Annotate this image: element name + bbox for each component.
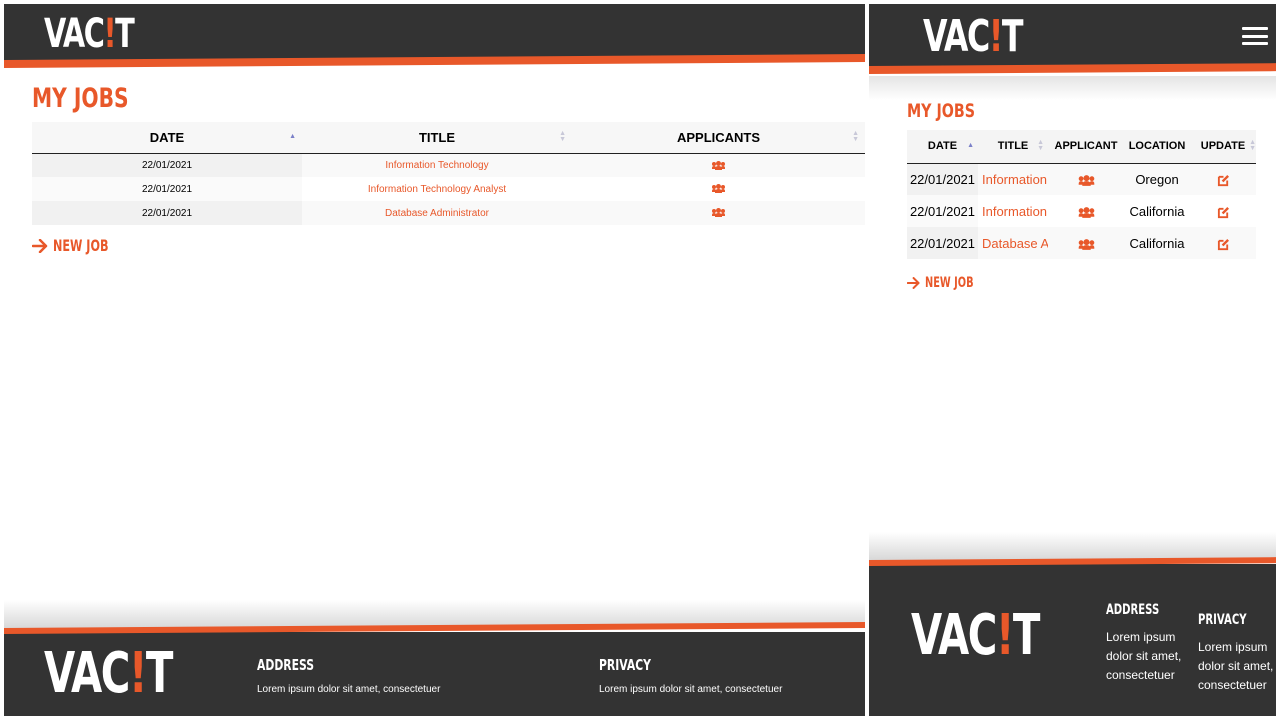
update-cell — [1190, 195, 1256, 227]
table-row: 22/01/2021 Information Technology Analys… — [32, 177, 865, 201]
edit-icon[interactable] — [1217, 206, 1230, 219]
arrow-right-icon — [907, 277, 920, 289]
column-header-date[interactable]: DATE ▲ — [907, 130, 978, 164]
job-title-link[interactable]: Information — [978, 195, 1048, 227]
table-row: 22/01/2021 Information Oregon — [907, 163, 1256, 195]
column-header-applicants[interactable]: APPLICANT — [1048, 130, 1124, 164]
job-title-link[interactable]: Information Technology — [302, 153, 572, 177]
footer: VAC!T ADDRESS Lorem ipsum dolor sit amet… — [869, 557, 1276, 716]
users-icon[interactable] — [712, 208, 725, 218]
location-cell: Oregon — [1124, 163, 1190, 195]
table-row: 22/01/2021 Information California — [907, 195, 1256, 227]
users-icon[interactable] — [1078, 238, 1094, 250]
address-heading: ADDRESS — [1106, 602, 1160, 618]
logo-prefix: VAC — [44, 11, 105, 57]
arrow-right-icon — [32, 239, 48, 253]
mobile-view: VAC!T MY JOBS DATE ▲ TITLE ▲ ▼ APPLICANT LO… — [869, 4, 1276, 716]
footer-logo[interactable]: VAC!T — [44, 642, 173, 706]
users-icon[interactable] — [712, 160, 725, 170]
job-title-link[interactable]: Database Administrator — [302, 201, 572, 225]
privacy-text: Lorem ipsum dolor sit amet, consectetuer — [1198, 640, 1274, 692]
sort-icon: ▲ ▼ — [559, 130, 566, 144]
location-cell: California — [1124, 227, 1190, 259]
date-cell: 22/01/2021 — [32, 177, 302, 201]
applicants-cell — [1048, 195, 1124, 227]
logo-suffix: T — [115, 11, 135, 57]
footer: VAC!T ADDRESS Lorem ipsum dolor sit amet… — [4, 621, 865, 716]
date-cell: 22/01/2021 — [907, 163, 978, 195]
update-cell — [1190, 163, 1256, 195]
jobs-table: DATE ▲ TITLE ▲ ▼ APPLICANTS ▲ ▼ 22/01/2021 In… — [32, 122, 865, 225]
applicants-cell — [572, 177, 865, 201]
privacy-text: Lorem ipsum dolor sit amet, consectetuer — [599, 684, 783, 695]
desktop-view: VAC!T MY JOBS DATE ▲ TITLE ▲ ▼ APPLICANTS ▲ ▼… — [4, 4, 865, 716]
privacy-heading: PRIVACY — [1198, 612, 1247, 628]
edit-icon[interactable] — [1217, 174, 1230, 187]
sort-icon: ▲ ▼ — [852, 130, 859, 144]
sort-asc-icon: ▲ — [967, 142, 974, 150]
date-cell: 22/01/2021 — [32, 153, 302, 177]
date-cell: 22/01/2021 — [32, 201, 302, 225]
header-stripe — [869, 63, 1276, 74]
location-cell: California — [1124, 195, 1190, 227]
header: VAC!T — [869, 4, 1276, 74]
header: VAC!T — [4, 4, 865, 68]
users-icon[interactable] — [712, 184, 725, 194]
column-header-location[interactable]: LOCATION — [1124, 130, 1190, 164]
new-job-link[interactable]: NEW JOB — [32, 236, 132, 256]
new-job-link[interactable]: NEW JOB — [907, 274, 994, 292]
column-header-title[interactable]: TITLE ▲ ▼ — [978, 130, 1048, 164]
column-header-date[interactable]: DATE ▲ — [32, 122, 302, 154]
applicants-cell — [572, 201, 865, 225]
job-title-link[interactable]: Database A — [978, 227, 1048, 259]
column-header-update[interactable]: UPDATE ▲ ▼ — [1190, 130, 1256, 164]
address-text: Lorem ipsum dolor sit amet, consectetuer — [257, 684, 441, 695]
hamburger-icon[interactable] — [1242, 27, 1268, 45]
logo[interactable]: VAC!T — [44, 10, 135, 58]
table-row: 22/01/2021 Information Technology — [32, 153, 865, 177]
applicants-cell — [1048, 227, 1124, 259]
jobs-table: DATE ▲ TITLE ▲ ▼ APPLICANT LOCATION UPDATE ▲… — [907, 130, 1256, 259]
date-cell: 22/01/2021 — [907, 227, 978, 259]
table-row: 22/01/2021 Database Administrator — [32, 201, 865, 225]
column-header-applicants[interactable]: APPLICANTS ▲ ▼ — [572, 122, 865, 154]
users-icon[interactable] — [1078, 206, 1094, 218]
date-cell: 22/01/2021 — [907, 195, 978, 227]
footer-logo[interactable]: VAC!T — [911, 604, 1040, 668]
table-row: 22/01/2021 Database A California — [907, 227, 1256, 259]
address-text: Lorem ipsum dolor sit amet, consectetuer — [1106, 630, 1182, 682]
sort-asc-icon: ▲ — [289, 133, 296, 141]
update-cell — [1190, 227, 1256, 259]
page-title: MY JOBS — [32, 83, 129, 114]
sort-icon: ▲ ▼ — [1249, 139, 1256, 153]
sort-icon: ▲ ▼ — [1037, 139, 1044, 153]
applicants-cell — [572, 153, 865, 177]
job-title-link[interactable]: Information — [978, 163, 1048, 195]
column-header-title[interactable]: TITLE ▲ ▼ — [302, 122, 572, 154]
footer-shadow — [869, 532, 1276, 560]
logo-bang: ! — [103, 11, 116, 57]
address-heading: ADDRESS — [257, 656, 315, 674]
applicants-cell — [1048, 163, 1124, 195]
logo[interactable]: VAC!T — [923, 10, 1023, 64]
page-title: MY JOBS — [907, 100, 976, 122]
new-job-label: NEW JOB — [925, 275, 974, 291]
users-icon[interactable] — [1078, 174, 1094, 186]
edit-icon[interactable] — [1217, 238, 1230, 251]
new-job-label: NEW JOB — [53, 236, 109, 255]
job-title-link[interactable]: Information Technology Analyst — [302, 177, 572, 201]
header-shadow — [869, 76, 1276, 100]
privacy-heading: PRIVACY — [599, 656, 651, 674]
